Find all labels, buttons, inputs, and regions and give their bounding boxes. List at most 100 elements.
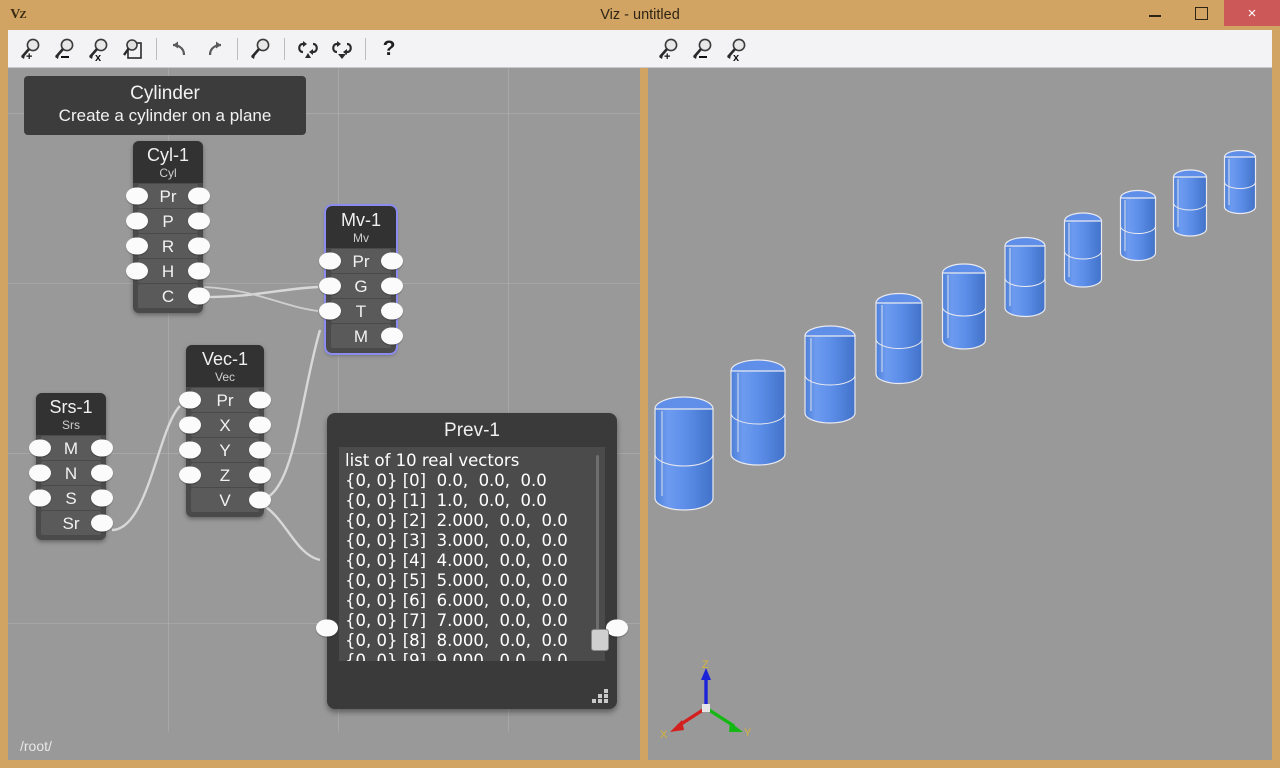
zoom-fit-button[interactable] — [116, 32, 150, 66]
port-label: N — [65, 465, 77, 482]
output-pin[interactable] — [188, 213, 210, 230]
output-pin[interactable] — [188, 188, 210, 205]
output-pin[interactable] — [249, 417, 271, 434]
port-row[interactable]: X — [191, 413, 259, 437]
preview-summary: list of 10 real vectors — [345, 451, 599, 471]
output-pin[interactable] — [249, 492, 271, 509]
output-pin[interactable] — [381, 253, 403, 270]
input-pin[interactable] — [126, 263, 148, 280]
maximize-button[interactable] — [1178, 0, 1224, 26]
tooltip-title: Cylinder — [32, 82, 298, 105]
close-button[interactable]: × — [1224, 0, 1280, 26]
preview-scrollbar-track[interactable] — [596, 455, 599, 651]
port-row[interactable]: V — [191, 488, 259, 512]
output-pin[interactable] — [249, 467, 271, 484]
input-pin[interactable] — [126, 188, 148, 205]
preview-scrollbar-thumb[interactable] — [591, 629, 609, 651]
zoom-reset-button[interactable]: x — [82, 32, 116, 66]
output-pin[interactable] — [249, 442, 271, 459]
cylinder-4 — [876, 294, 922, 384]
view-zoom-reset-button[interactable]: x — [720, 32, 754, 66]
input-pin[interactable] — [29, 490, 51, 507]
svg-text:x: x — [95, 52, 102, 62]
port-row[interactable]: Y — [191, 438, 259, 462]
input-pin[interactable] — [179, 442, 201, 459]
output-pin[interactable] — [91, 490, 113, 507]
minimize-button[interactable] — [1132, 0, 1178, 26]
input-pin[interactable] — [29, 465, 51, 482]
preview-row: {0, 0} [9] 9.000, 0.0, 0.0 — [345, 651, 599, 661]
view-zoom-out-button[interactable] — [686, 32, 720, 66]
output-pin[interactable] — [249, 392, 271, 409]
node-graph-canvas[interactable]: Cylinder Create a cylinder on a plane Cy… — [8, 68, 640, 760]
port-row[interactable]: Z — [191, 463, 259, 487]
input-pin[interactable] — [179, 417, 201, 434]
input-pin[interactable] — [179, 392, 201, 409]
preview-row: {0, 0} [0] 0.0, 0.0, 0.0 — [345, 471, 599, 491]
port-row[interactable]: Pr — [191, 388, 259, 412]
output-pin[interactable] — [91, 440, 113, 457]
port-row[interactable]: M — [41, 436, 101, 460]
output-pin[interactable] — [188, 263, 210, 280]
toolbar-separator — [237, 38, 238, 60]
port-row[interactable]: Pr — [331, 249, 391, 273]
node-header: Cyl-1 Cyl — [133, 141, 203, 183]
output-pin[interactable] — [381, 278, 403, 295]
input-pin[interactable] — [316, 620, 338, 637]
find-button[interactable] — [244, 32, 278, 66]
port-row[interactable]: C — [138, 284, 198, 308]
status-bar: /root/ — [8, 732, 640, 760]
undo-button[interactable] — [163, 32, 197, 66]
output-pin[interactable] — [381, 328, 403, 345]
node-prev-1[interactable]: Prev-1 list of 10 real vectors {0, 0} [0… — [327, 413, 617, 709]
port-row[interactable]: H — [138, 259, 198, 283]
input-pin[interactable] — [319, 278, 341, 295]
port-label: X — [219, 417, 230, 434]
axis-gizmo: Z X Y — [658, 656, 758, 746]
input-pin[interactable] — [319, 253, 341, 270]
input-pin[interactable] — [126, 213, 148, 230]
node-mv-1[interactable]: Mv-1 Mv Pr G T M — [326, 206, 396, 353]
output-pin[interactable] — [381, 303, 403, 320]
port-row[interactable]: P — [138, 209, 198, 233]
node-srs-1[interactable]: Srs-1 Srs M N S Sr — [36, 393, 106, 540]
output-pin[interactable] — [91, 465, 113, 482]
recompute-up-button[interactable] — [291, 32, 325, 66]
view-zoom-in-button[interactable]: + — [652, 32, 686, 66]
output-pin[interactable] — [91, 515, 113, 532]
status-path: /root/ — [20, 738, 52, 754]
input-pin[interactable] — [29, 440, 51, 457]
output-pin[interactable] — [188, 238, 210, 255]
output-pin[interactable] — [606, 620, 628, 637]
zoom-in-button[interactable]: + — [14, 32, 48, 66]
port-row[interactable]: R — [138, 234, 198, 258]
preview-row: {0, 0} [8] 8.000, 0.0, 0.0 — [345, 631, 599, 651]
panel-splitter[interactable] — [640, 30, 648, 768]
port-row[interactable]: T — [331, 299, 391, 323]
axis-label-z: Z — [702, 659, 709, 671]
port-row[interactable]: Sr — [41, 511, 101, 535]
port-row[interactable]: M — [331, 324, 391, 348]
input-pin[interactable] — [126, 238, 148, 255]
input-pin[interactable] — [179, 467, 201, 484]
svg-text:+: + — [664, 51, 670, 62]
minimize-icon — [1149, 15, 1161, 17]
help-button[interactable]: ? — [372, 32, 406, 66]
window-controls: × — [1132, 0, 1280, 30]
port-row[interactable]: S — [41, 486, 101, 510]
graph-toolbar: + x ? — [8, 30, 640, 68]
port-row[interactable]: G — [331, 274, 391, 298]
port-row[interactable]: N — [41, 461, 101, 485]
recompute-down-button[interactable] — [325, 32, 359, 66]
input-pin[interactable] — [319, 303, 341, 320]
redo-button[interactable] — [197, 32, 231, 66]
resize-grip-icon[interactable] — [591, 689, 609, 703]
3d-viewport[interactable]: Z X Y — [648, 68, 1272, 760]
node-vec-1[interactable]: Vec-1 Vec Pr X Y Z V — [186, 345, 264, 517]
node-cyl-1[interactable]: Cyl-1 Cyl Pr P R H C — [133, 141, 203, 313]
port-row[interactable]: Pr — [138, 184, 198, 208]
preview-list[interactable]: list of 10 real vectors {0, 0} [0] 0.0, … — [339, 447, 605, 661]
preview-row: {0, 0} [3] 3.000, 0.0, 0.0 — [345, 531, 599, 551]
zoom-out-button[interactable] — [48, 32, 82, 66]
output-pin[interactable] — [188, 288, 210, 305]
